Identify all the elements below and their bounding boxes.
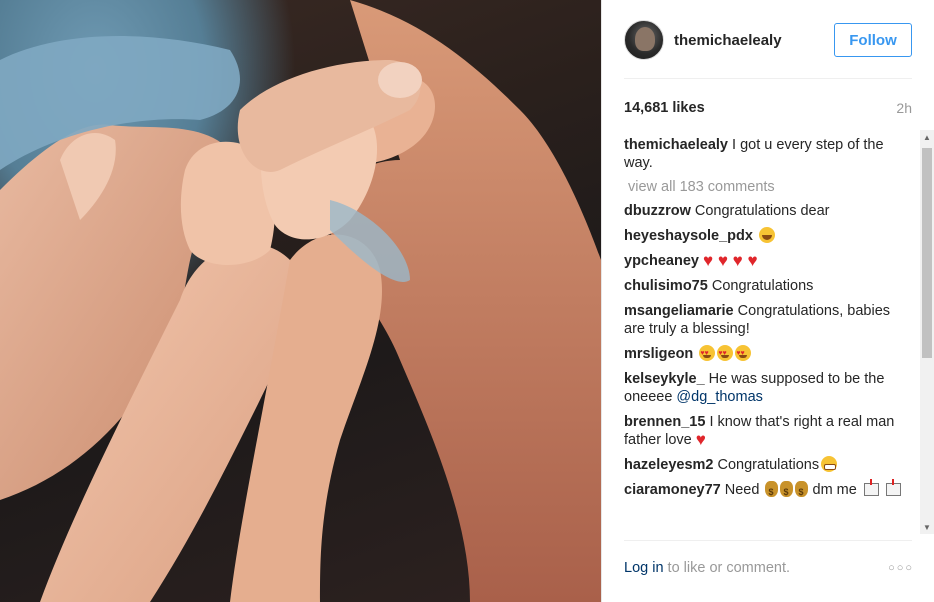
post-side-panel: themichaelealy Follow 14,681 likes 2h th…	[601, 0, 934, 602]
money-bag-icon	[795, 481, 809, 501]
comment-text: Need	[724, 482, 760, 498]
heart-eyes-emoji-icon	[699, 345, 716, 363]
money-bag-icon	[780, 481, 794, 501]
list-item: brennen_15 I know that's right a real ma…	[624, 413, 908, 449]
view-all-comments-link[interactable]: view all 183 comments	[628, 178, 908, 196]
grin-emoji-icon	[821, 456, 838, 472]
comment-text: Congratulations	[711, 278, 814, 294]
comment-username[interactable]: brennen_15	[624, 414, 705, 430]
comment-username[interactable]: chulisimo75	[624, 278, 708, 294]
comments-list: themichaelealy I got u every step of the…	[624, 136, 908, 532]
comment-username[interactable]: ciaramoney77	[624, 482, 721, 498]
mailbox-icon	[863, 479, 879, 496]
likes-count[interactable]: 14,681 likes	[624, 100, 705, 116]
post-footer: Log in to like or comment. ○○○	[624, 558, 914, 578]
list-item: heyeshaysole_pdx	[624, 227, 908, 245]
comment-username[interactable]: heyeshaysole_pdx	[624, 228, 753, 244]
list-item: kelseykyle_ He was supposed to be the on…	[624, 370, 908, 406]
mention-link[interactable]: @dg_thomas	[676, 389, 762, 405]
scroll-up-arrow-icon[interactable]: ▲	[920, 130, 934, 144]
post-time[interactable]: 2h	[896, 100, 912, 116]
comment-username[interactable]: kelseykyle_	[624, 371, 705, 387]
heart-eyes-emoji-icon	[735, 345, 752, 363]
avatar[interactable]	[624, 20, 664, 60]
comment-username[interactable]: mrsligeon	[624, 346, 693, 362]
comments-scrollbar[interactable]: ▲ ▼	[920, 130, 934, 534]
list-item: ypcheaney ♥ ♥ ♥ ♥	[624, 252, 908, 270]
comment-username[interactable]: ypcheaney	[624, 253, 699, 269]
header-divider	[624, 78, 912, 79]
heart-eyes-emoji-icon	[717, 345, 734, 363]
more-options-icon[interactable]: ○○○	[888, 562, 914, 574]
follow-button[interactable]: Follow	[834, 23, 912, 57]
photo-hands-and-baby-feet	[0, 0, 601, 602]
list-item: mrsligeon	[624, 345, 908, 363]
post-photo[interactable]	[0, 0, 601, 602]
list-item: hazeleyesm2 Congratulations	[624, 456, 908, 474]
comment-text: Congratulations dear	[694, 203, 830, 219]
heart-emoji-icon: ♥ ♥ ♥ ♥	[703, 251, 758, 270]
comment-text: Congratulations	[717, 457, 820, 473]
list-item: chulisimo75 Congratulations	[624, 277, 908, 295]
caption: themichaelealy I got u every step of the…	[624, 136, 908, 172]
comment-username[interactable]: dbuzzrow	[624, 203, 691, 219]
list-item: msangeliamarie Congratulations, babies a…	[624, 302, 908, 338]
login-prompt-text: to like or comment.	[663, 560, 791, 576]
caption-username[interactable]: themichaelealy	[624, 137, 728, 153]
footer-divider	[624, 540, 912, 541]
post-header: themichaelealy Follow	[624, 18, 912, 62]
likes-row: 14,681 likes 2h	[624, 98, 912, 118]
login-prompt: Log in to like or comment.	[624, 560, 790, 576]
scroll-down-arrow-icon[interactable]: ▼	[920, 520, 934, 534]
comment-text-2: dm me	[812, 482, 857, 498]
post-username[interactable]: themichaelealy	[674, 32, 834, 49]
scrollbar-thumb[interactable]	[922, 148, 932, 358]
list-item: ciaramoney77 Need dm me	[624, 479, 908, 501]
money-bag-icon	[765, 481, 779, 501]
list-item: dbuzzrow Congratulations dear	[624, 202, 908, 220]
smile-emoji-icon	[759, 227, 775, 243]
comment-username[interactable]: msangeliamarie	[624, 303, 734, 319]
heart-emoji-icon: ♥	[695, 430, 706, 449]
comment-username[interactable]: hazeleyesm2	[624, 457, 713, 473]
login-link[interactable]: Log in	[624, 560, 664, 576]
mailbox-icon	[885, 479, 901, 496]
